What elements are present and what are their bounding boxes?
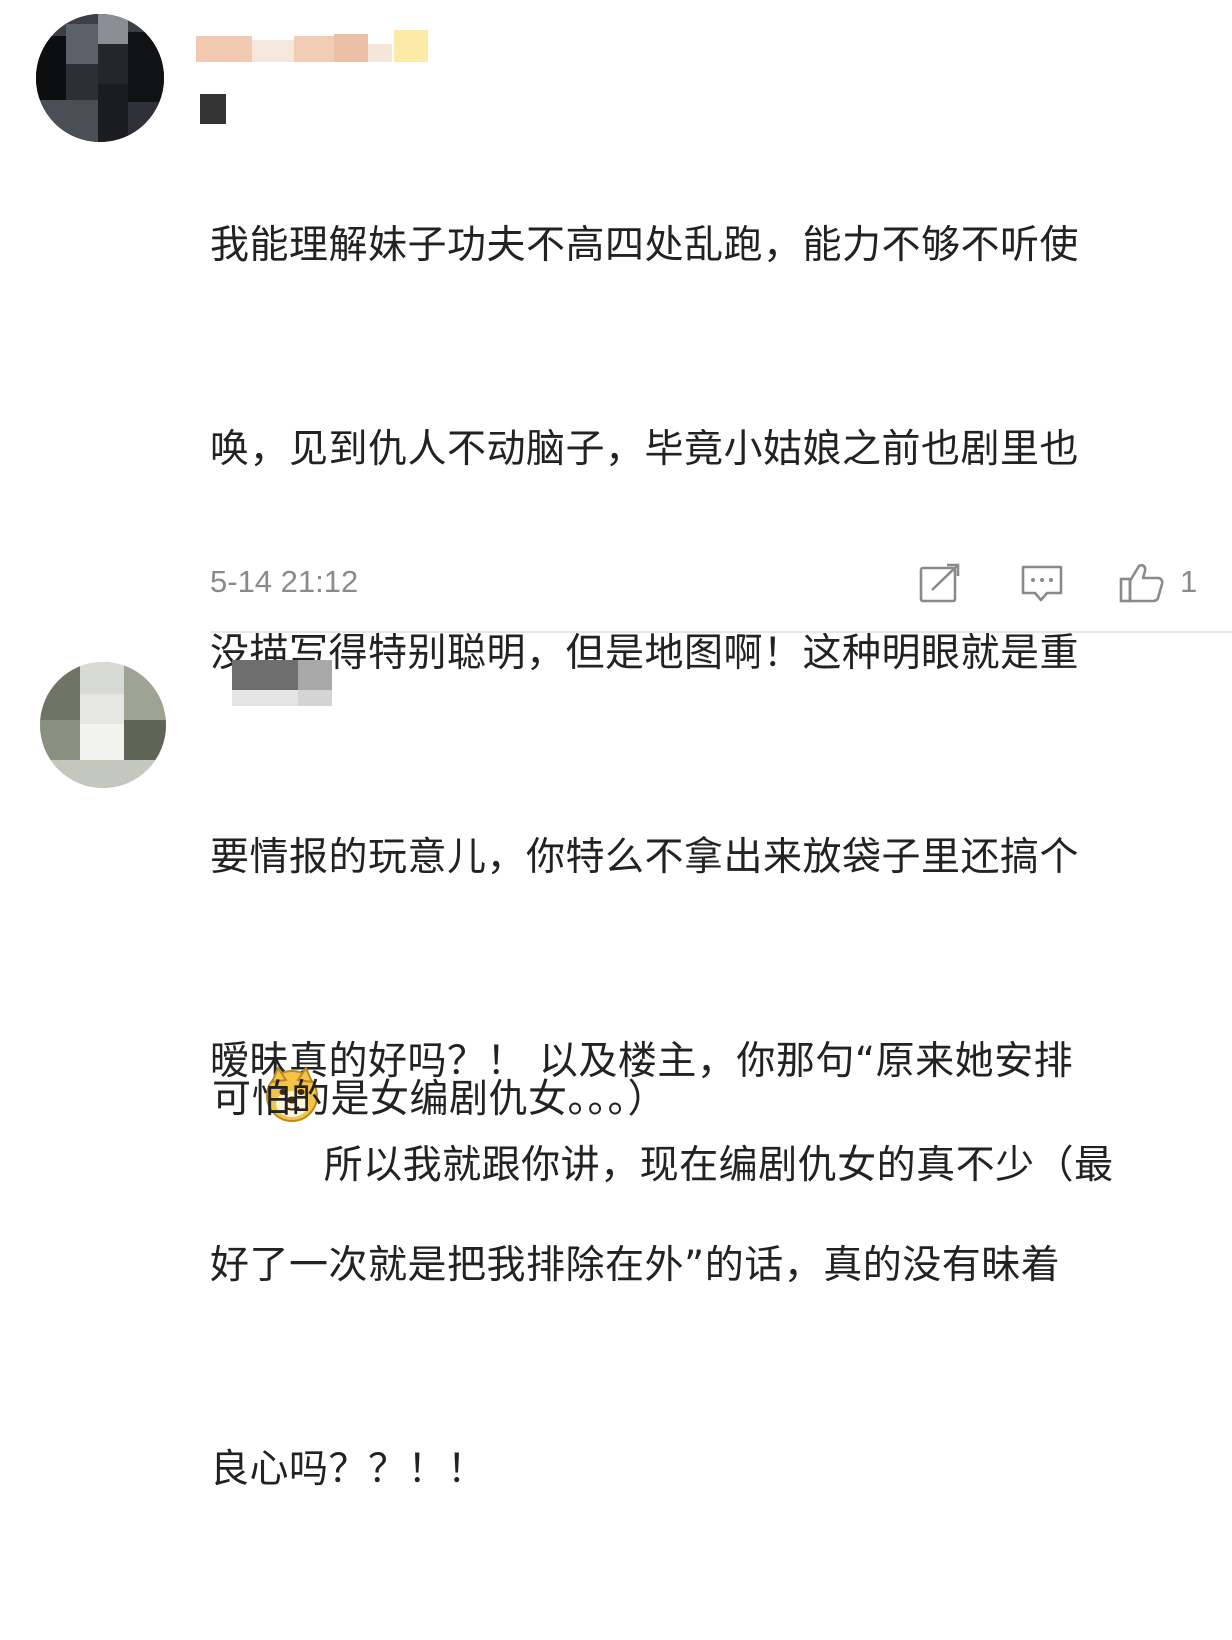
avatar[interactable] — [36, 14, 164, 142]
comment-meta-row: 5-14 21:12 1 — [210, 556, 1210, 608]
username-blurred[interactable] — [196, 30, 432, 62]
share-icon[interactable] — [918, 562, 962, 604]
comment-text-line: 可怕的是女编剧仇女。。。） — [212, 1077, 668, 1122]
reply-icon[interactable] — [1020, 562, 1064, 604]
comment-item: 我能理解妹子功夫不高四处乱跑，能力不够不听使 唤，见到仇人不动脑子，毕竟小姑娘之… — [0, 0, 1232, 1492]
comment-text-line: 唤，见到仇人不动脑子，毕竟小姑娘之前也剧里也 — [210, 427, 1080, 472]
comment-text-line: 我能理解妹子功夫不高四处乱跑，能力不够不听使 — [210, 223, 1080, 268]
timestamp: 5-14 21:12 — [210, 564, 359, 599]
comment-text-line: 好了一次就是把我排除在外”的话，真的没有昧着 — [210, 1243, 1061, 1288]
comment-text-line-with-emoji: 所以我就跟你讲，现在编剧仇女的真不少（最 — [212, 862, 1202, 1188]
username-blurred[interactable] — [232, 660, 332, 708]
comment-text: 所以我就跟你讲，现在编剧仇女的真不少（最 可怕的是女编剧仇女。。。） — [212, 726, 1202, 1202]
comment-text-line: 良心吗？？！！ — [210, 1447, 487, 1492]
doge-emoji-icon — [264, 930, 320, 1122]
like-count: 1 — [1180, 564, 1198, 599]
comment-text-segment: 所以我就跟你讲，现在编剧仇女的真不少（最 — [323, 1143, 1114, 1188]
avatar[interactable] — [40, 662, 166, 788]
thumbs-up-icon[interactable] — [1118, 562, 1164, 604]
